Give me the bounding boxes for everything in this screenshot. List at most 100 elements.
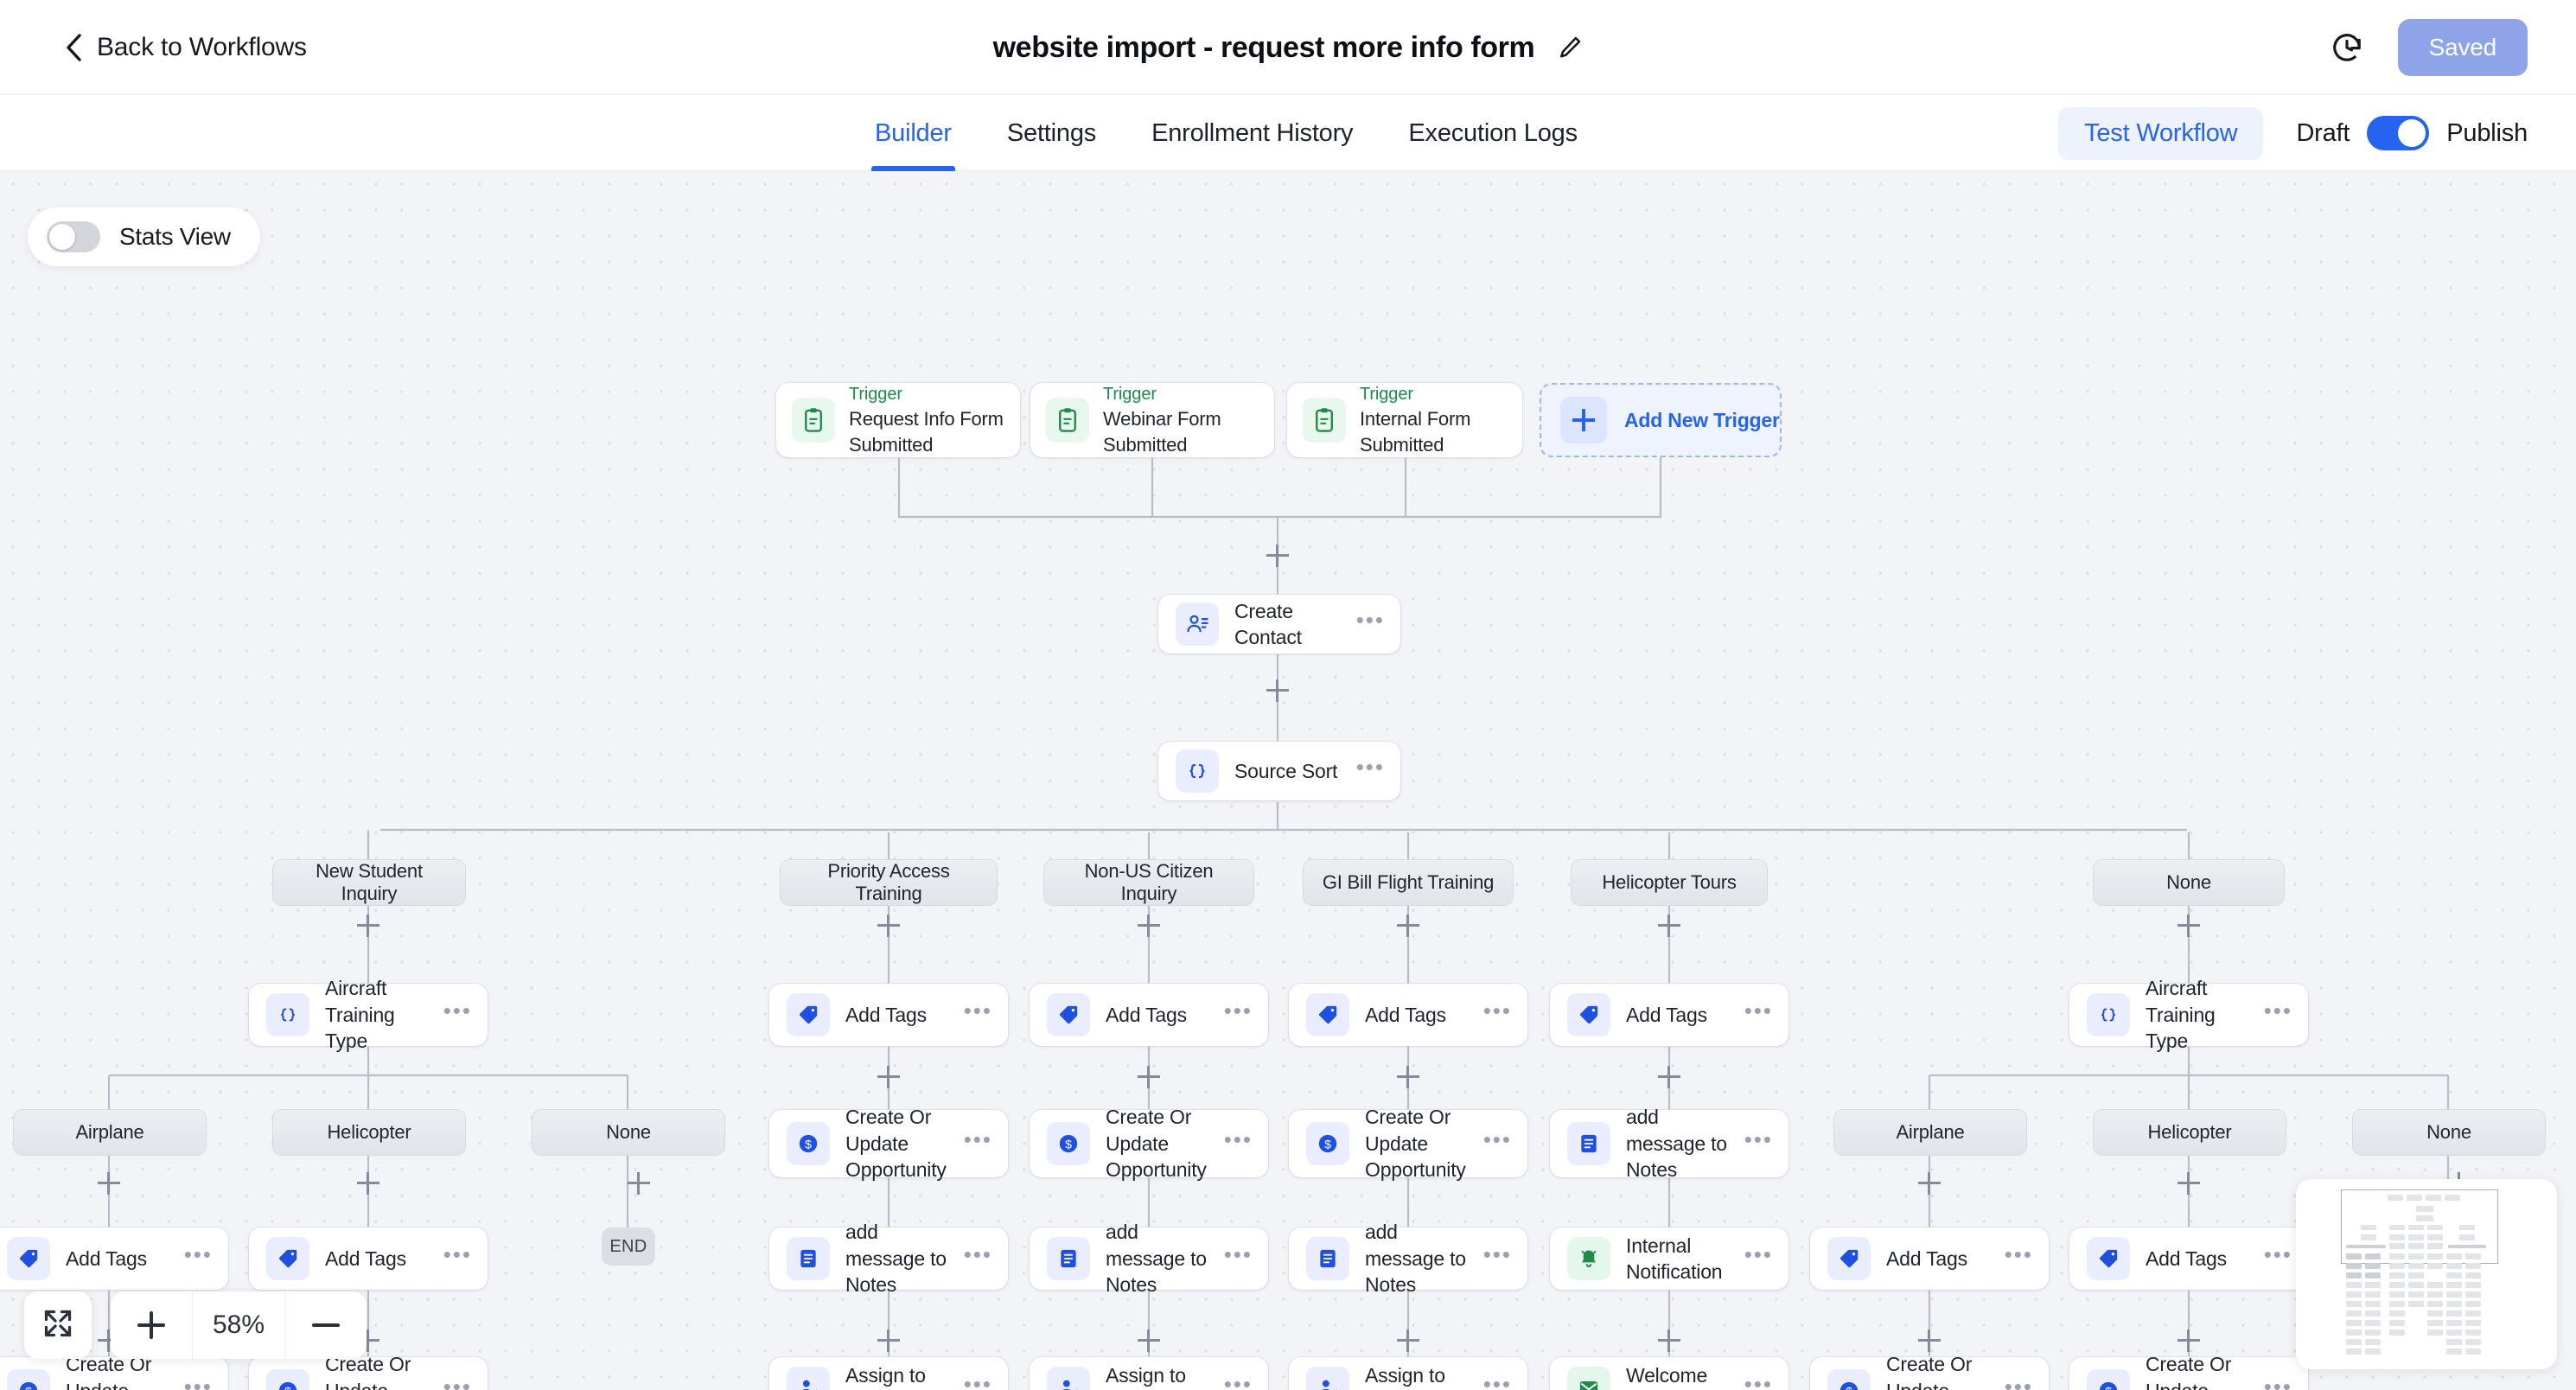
branch-pill-helicopter-tours[interactable]: Helicopter Tours xyxy=(1572,860,1767,905)
node-source-sort[interactable]: Source Sort ••• xyxy=(1158,742,1400,800)
node-menu-button[interactable]: ••• xyxy=(964,1128,992,1152)
branch-pill-none[interactable]: None xyxy=(2353,1110,2545,1155)
node-menu-button[interactable]: ••• xyxy=(2005,1243,2033,1267)
node-add-message-to-notes[interactable]: add message to Notes ••• xyxy=(1030,1221,1268,1296)
node-add-message-to-notes[interactable]: add message to Notes ••• xyxy=(769,1221,1008,1296)
node-add-tags[interactable]: Add Tags ••• xyxy=(249,1227,488,1290)
tab-execution-logs[interactable]: Execution Logs xyxy=(1380,95,1605,171)
node-menu-button[interactable]: ••• xyxy=(443,1375,472,1390)
branch-pill-none[interactable]: None xyxy=(532,1110,724,1155)
node-aircraft-training-type[interactable]: Aircraft Training Type ••• xyxy=(2069,977,2308,1052)
history-clock-icon[interactable] xyxy=(2331,31,2363,64)
node-add-tags[interactable]: Add Tags ••• xyxy=(1810,1227,2049,1290)
tab-builder[interactable]: Builder xyxy=(847,95,979,171)
add-step-handle[interactable] xyxy=(357,915,379,937)
branch-pill-none[interactable]: None xyxy=(2094,860,2284,905)
add-step-handle[interactable] xyxy=(357,1172,379,1195)
add-step-handle[interactable] xyxy=(628,1172,650,1195)
branch-pill-non-us-citizen-inquiry[interactable]: Non-US Citizen Inquiry xyxy=(1044,860,1253,905)
add-step-handle[interactable] xyxy=(1397,1329,1419,1352)
branch-pill-priority-access-training[interactable]: Priority Access Training xyxy=(781,860,997,905)
add-step-handle[interactable] xyxy=(1658,915,1680,937)
pencil-icon[interactable] xyxy=(1557,35,1583,61)
node-create-or-update-opportunity[interactable]: $ Create Or Update Opportunity ••• xyxy=(769,1106,1008,1181)
branch-pill-helicopter[interactable]: Helicopter xyxy=(2094,1110,2286,1155)
add-step-handle[interactable] xyxy=(1918,1172,1941,1195)
node-menu-button[interactable]: ••• xyxy=(964,1243,992,1267)
add-step-handle[interactable] xyxy=(1138,915,1160,937)
add-step-handle[interactable] xyxy=(1138,1066,1160,1088)
node-create-or-update-opportunity[interactable]: $ Create Or Update Opportunity ••• xyxy=(249,1353,488,1390)
zoom-out-button[interactable] xyxy=(285,1291,367,1359)
test-workflow-button[interactable]: Test Workflow xyxy=(2058,106,2264,160)
add-step-handle[interactable] xyxy=(98,1172,120,1195)
add-step-handle[interactable] xyxy=(877,1066,900,1088)
node-menu-button[interactable]: ••• xyxy=(964,1373,992,1390)
node-menu-button[interactable]: ••• xyxy=(1483,999,1512,1023)
node-menu-button[interactable]: ••• xyxy=(1483,1128,1512,1152)
add-step-handle[interactable] xyxy=(1397,915,1419,937)
node-menu-button[interactable]: ••• xyxy=(1224,1373,1253,1390)
node-assign-to-user[interactable]: Assign to user ••• xyxy=(769,1357,1008,1390)
branch-pill-gi-bill-flight-training[interactable]: GI Bill Flight Training xyxy=(1304,860,1513,905)
node-menu-button[interactable]: ••• xyxy=(1744,999,1773,1023)
node-menu-button[interactable]: ••• xyxy=(1224,1128,1253,1152)
node-menu-button[interactable]: ••• xyxy=(1744,1128,1773,1152)
back-to-workflows-button[interactable]: Back to Workflows xyxy=(64,33,307,62)
add-new-trigger-button[interactable]: Add New Trigger xyxy=(1540,383,1782,457)
node-menu-button[interactable]: ••• xyxy=(1356,609,1385,633)
node-menu-button[interactable]: ••• xyxy=(1483,1243,1512,1267)
node-create-or-update-opportunity[interactable]: $ Create Or Update Opportunity ••• xyxy=(1030,1106,1268,1181)
fit-to-screen-button[interactable] xyxy=(24,1291,92,1359)
node-menu-button[interactable]: ••• xyxy=(1483,1373,1512,1390)
add-step-handle[interactable] xyxy=(1918,1329,1941,1352)
add-step-handle[interactable] xyxy=(877,1329,900,1352)
node-assign-to-user[interactable]: Assign to user ••• xyxy=(1030,1357,1268,1390)
node-create-or-update-opportunity[interactable]: $ Create Or Update Opportunity ••• xyxy=(1289,1106,1527,1181)
saved-button[interactable]: Saved xyxy=(2397,19,2528,76)
workflow-canvas[interactable]: Stats View Trigger Request Info Form Sub… xyxy=(0,171,2576,1390)
branch-pill-airplane[interactable]: Airplane xyxy=(1834,1110,2026,1155)
branch-pill-helicopter[interactable]: Helicopter xyxy=(273,1110,465,1155)
add-step-handle[interactable] xyxy=(1266,679,1289,702)
branch-pill-airplane[interactable]: Airplane xyxy=(14,1110,206,1155)
tab-settings[interactable]: Settings xyxy=(979,95,1124,171)
add-step-handle[interactable] xyxy=(1138,1329,1160,1352)
add-step-handle[interactable] xyxy=(1397,1066,1419,1088)
node-create-or-update-opportunity[interactable]: $ Create Or Update Opportunity ••• xyxy=(2069,1353,2308,1390)
node-menu-button[interactable]: ••• xyxy=(1224,1243,1253,1267)
stats-view-switch[interactable] xyxy=(47,221,100,252)
node-menu-button[interactable]: ••• xyxy=(184,1375,213,1390)
node-create-or-update-opportunity[interactable]: $ Create Or Update Opportunity ••• xyxy=(0,1353,228,1390)
node-menu-button[interactable]: ••• xyxy=(1224,999,1253,1023)
add-step-handle[interactable] xyxy=(1266,545,1289,567)
node-add-tags[interactable]: Add Tags ••• xyxy=(769,984,1008,1046)
node-add-message-to-notes[interactable]: add message to Notes ••• xyxy=(1289,1221,1527,1296)
node-add-tags[interactable]: Add Tags ••• xyxy=(0,1227,228,1290)
node-aircraft-training-type[interactable]: Aircraft Training Type ••• xyxy=(249,977,488,1052)
node-add-tags[interactable]: Add Tags ••• xyxy=(1289,984,1527,1046)
add-step-handle[interactable] xyxy=(1658,1066,1680,1088)
zoom-in-button[interactable] xyxy=(111,1291,192,1359)
node-assign-to-user[interactable]: Assign to user ••• xyxy=(1289,1357,1527,1390)
add-step-handle[interactable] xyxy=(2177,1172,2200,1195)
node-internal-notification[interactable]: Internal Notification ••• xyxy=(1550,1227,1789,1290)
branch-pill-new-student-inquiry[interactable]: New Student Inquiry xyxy=(273,860,465,905)
node-add-message-to-notes[interactable]: add message to Notes ••• xyxy=(1550,1106,1789,1181)
node-menu-button[interactable]: ••• xyxy=(2264,1375,2292,1390)
node-menu-button[interactable]: ••• xyxy=(184,1243,213,1267)
node-create-contact[interactable]: Create Contact ••• xyxy=(1158,595,1400,654)
node-menu-button[interactable]: ••• xyxy=(2264,1243,2292,1267)
node-menu-button[interactable]: ••• xyxy=(443,999,472,1023)
node-menu-button[interactable]: ••• xyxy=(1356,756,1385,780)
minimap[interactable] xyxy=(2296,1179,2557,1369)
stats-view-toggle[interactable]: Stats View xyxy=(28,207,260,266)
add-step-handle[interactable] xyxy=(2177,1329,2200,1352)
node-menu-button[interactable]: ••• xyxy=(2264,999,2292,1023)
node-menu-button[interactable]: ••• xyxy=(1744,1243,1773,1267)
node-welcome-email[interactable]: Welcome Email ••• xyxy=(1550,1357,1789,1390)
node-menu-button[interactable]: ••• xyxy=(964,999,992,1023)
node-add-tags[interactable]: Add Tags ••• xyxy=(1550,984,1789,1046)
node-menu-button[interactable]: ••• xyxy=(1744,1373,1773,1390)
node-menu-button[interactable]: ••• xyxy=(443,1243,472,1267)
